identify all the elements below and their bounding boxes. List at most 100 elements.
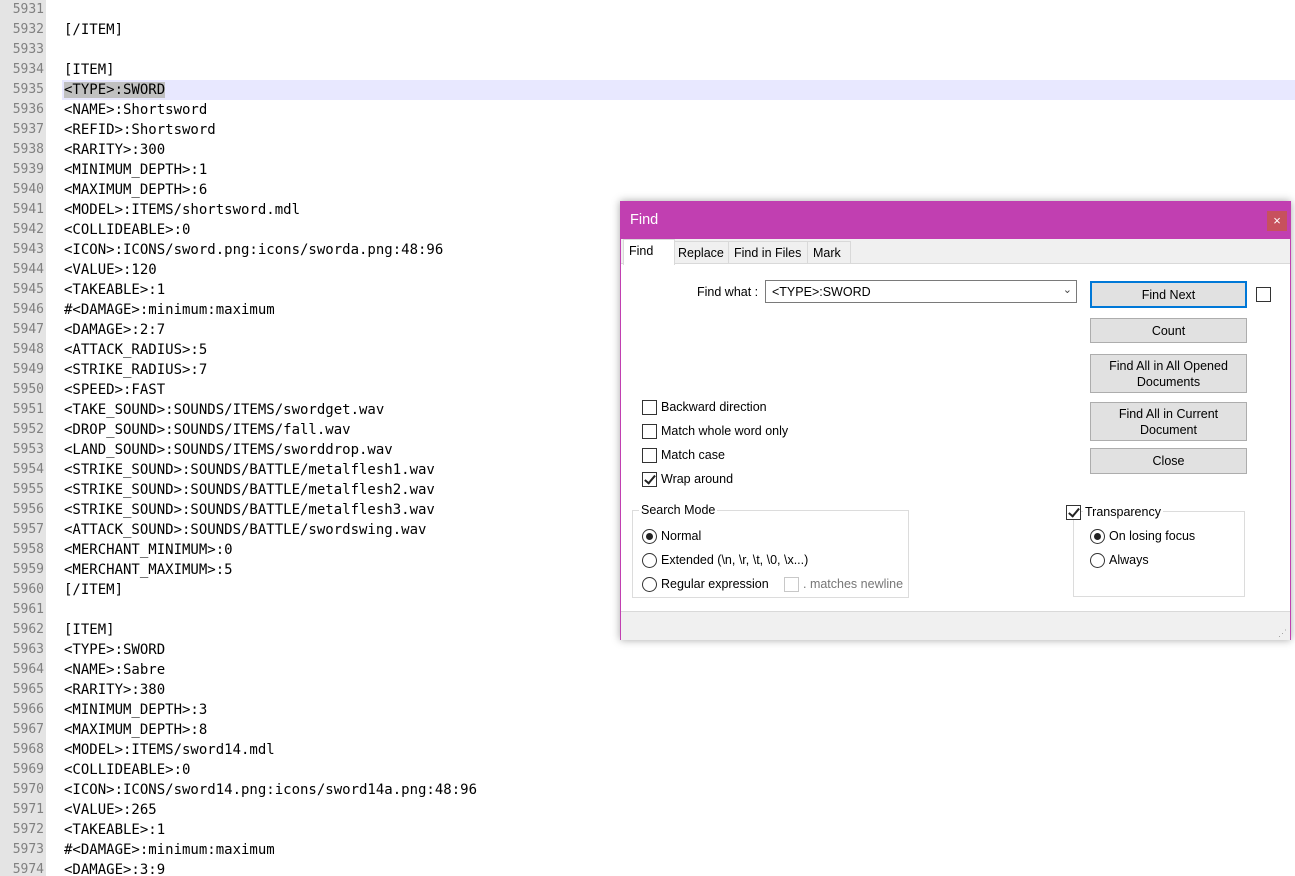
editor-line[interactable]: 5931: [0, 0, 1295, 20]
line-number: 5944: [0, 260, 46, 280]
editor-line[interactable]: 5973 #<DAMAGE>:minimum:maximum: [0, 840, 1295, 860]
line-text[interactable]: <MODEL>:ITEMS/sword14.mdl: [64, 740, 275, 760]
editor-line[interactable]: 5965 <RARITY>:380: [0, 680, 1295, 700]
editor-line[interactable]: 5937 <REFID>:Shortsword: [0, 120, 1295, 140]
line-text[interactable]: [ITEM]: [64, 620, 115, 640]
find-all-current-button[interactable]: Find All in Current Document: [1090, 402, 1247, 441]
line-text[interactable]: [/ITEM]: [64, 580, 123, 600]
tab-replace[interactable]: Replace: [672, 241, 729, 263]
match-whole-word-checkbox[interactable]: [642, 424, 657, 439]
dock-checkbox[interactable]: [1256, 287, 1271, 302]
editor-line[interactable]: 5939 <MINIMUM_DEPTH>:1: [0, 160, 1295, 180]
editor-line[interactable]: 5972 <TAKEABLE>:1: [0, 820, 1295, 840]
fold-margin: [46, 140, 62, 160]
tab-find-in-files[interactable]: Find in Files: [728, 241, 808, 263]
editor-line[interactable]: 5963 <TYPE>:SWORD: [0, 640, 1295, 660]
line-text[interactable]: <MINIMUM_DEPTH>:3: [64, 700, 207, 720]
wrap-around-checkbox[interactable]: [642, 472, 657, 487]
count-button[interactable]: Count: [1090, 318, 1247, 343]
editor-line[interactable]: 5968 <MODEL>:ITEMS/sword14.mdl: [0, 740, 1295, 760]
line-text[interactable]: <TYPE>:SWORD: [64, 80, 166, 100]
matches-newline-checkbox[interactable]: [784, 577, 799, 592]
line-text[interactable]: <DAMAGE>:3:9: [64, 860, 165, 876]
line-text[interactable]: <DROP_SOUND>:SOUNDS/ITEMS/fall.wav: [64, 420, 351, 440]
line-text[interactable]: <NAME>:Sabre: [64, 660, 165, 680]
editor-line[interactable]: 5933: [0, 40, 1295, 60]
editor-line[interactable]: 5934 [ITEM]: [0, 60, 1295, 80]
line-text[interactable]: <MERCHANT_MAXIMUM>:5: [64, 560, 233, 580]
dialog-titlebar[interactable]: Find ×: [621, 202, 1290, 239]
editor-line[interactable]: 5938 <RARITY>:300: [0, 140, 1295, 160]
line-text[interactable]: <SPEED>:FAST: [64, 380, 165, 400]
line-text[interactable]: <STRIKE_SOUND>:SOUNDS/BATTLE/metalflesh1…: [64, 460, 435, 480]
transparency-label: Transparency: [1083, 505, 1163, 519]
line-text[interactable]: <TAKEABLE>:1: [64, 820, 165, 840]
editor-line[interactable]: 5932 [/ITEM]: [0, 20, 1295, 40]
line-text[interactable]: <STRIKE_SOUND>:SOUNDS/BATTLE/metalflesh2…: [64, 480, 435, 500]
line-text[interactable]: <COLLIDEABLE>:0: [64, 760, 190, 780]
find-what-combobox[interactable]: ⌄: [765, 280, 1077, 303]
line-text[interactable]: <COLLIDEABLE>:0: [64, 220, 190, 240]
line-number: 5933: [0, 40, 46, 60]
line-text[interactable]: <MAXIMUM_DEPTH>:8: [64, 720, 207, 740]
fold-margin: [46, 60, 62, 80]
find-all-opened-button[interactable]: Find All in All Opened Documents: [1090, 354, 1247, 393]
line-text[interactable]: <RARITY>:380: [64, 680, 165, 700]
editor-line[interactable]: 5967 <MAXIMUM_DEPTH>:8: [0, 720, 1295, 740]
line-text[interactable]: <ATTACK_RADIUS>:5: [64, 340, 207, 360]
close-icon[interactable]: ×: [1267, 211, 1287, 231]
line-text[interactable]: [/ITEM]: [64, 20, 123, 40]
editor-line[interactable]: 5969 <COLLIDEABLE>:0: [0, 760, 1295, 780]
editor-line[interactable]: 5974 <DAMAGE>:3:9: [0, 860, 1295, 876]
line-text[interactable]: <STRIKE_SOUND>:SOUNDS/BATTLE/metalflesh3…: [64, 500, 435, 520]
close-button[interactable]: Close: [1090, 448, 1247, 474]
tab-mark[interactable]: Mark: [807, 241, 851, 263]
line-text[interactable]: <TYPE>:SWORD: [64, 640, 165, 660]
line-text[interactable]: <VALUE>:120: [64, 260, 157, 280]
editor-line[interactable]: 5936 <NAME>:Shortsword: [0, 100, 1295, 120]
always-radio[interactable]: [1090, 553, 1105, 568]
regex-radio[interactable]: [642, 577, 657, 592]
line-text[interactable]: <VALUE>:265: [64, 800, 157, 820]
fold-margin: [46, 280, 62, 300]
line-text[interactable]: <TAKE_SOUND>:SOUNDS/ITEMS/swordget.wav: [64, 400, 384, 420]
chevron-down-icon[interactable]: ⌄: [1063, 283, 1072, 296]
find-what-input[interactable]: [768, 282, 1056, 301]
line-text[interactable]: <MERCHANT_MINIMUM>:0: [64, 540, 233, 560]
line-text[interactable]: <MAXIMUM_DEPTH>:6: [64, 180, 207, 200]
find-next-button[interactable]: Find Next: [1090, 281, 1247, 308]
editor-line[interactable]: 5966 <MINIMUM_DEPTH>:3: [0, 700, 1295, 720]
line-text[interactable]: <TAKEABLE>:1: [64, 280, 165, 300]
line-text[interactable]: <ICON>:ICONS/sword.png:icons/sworda.png:…: [64, 240, 443, 260]
line-text[interactable]: <MINIMUM_DEPTH>:1: [64, 160, 207, 180]
resize-grip-icon[interactable]: ⋰: [1278, 628, 1288, 638]
normal-radio[interactable]: [642, 529, 657, 544]
line-text[interactable]: <STRIKE_RADIUS>:7: [64, 360, 207, 380]
line-number: 5957: [0, 520, 46, 540]
line-text[interactable]: <MODEL>:ITEMS/shortsword.mdl: [64, 200, 300, 220]
line-number: 5932: [0, 20, 46, 40]
line-text[interactable]: <RARITY>:300: [64, 140, 165, 160]
line-text[interactable]: <LAND_SOUND>:SOUNDS/ITEMS/sworddrop.wav: [64, 440, 393, 460]
line-text[interactable]: <ATTACK_SOUND>:SOUNDS/BATTLE/swordswing.…: [64, 520, 426, 540]
fold-margin: [46, 560, 62, 580]
line-text[interactable]: <ICON>:ICONS/sword14.png:icons/sword14a.…: [64, 780, 477, 800]
line-text[interactable]: [ITEM]: [64, 60, 115, 80]
editor-line[interactable]: 5935 <TYPE>:SWORD: [0, 80, 1295, 100]
editor-line[interactable]: 5964 <NAME>:Sabre: [0, 660, 1295, 680]
backward-direction-checkbox[interactable]: [642, 400, 657, 415]
line-text[interactable]: <NAME>:Shortsword: [64, 100, 207, 120]
on-losing-focus-radio[interactable]: [1090, 529, 1105, 544]
match-case-checkbox[interactable]: [642, 448, 657, 463]
transparency-checkbox[interactable]: [1066, 505, 1081, 520]
line-text[interactable]: <DAMAGE>:2:7: [64, 320, 165, 340]
editor-line[interactable]: 5970 <ICON>:ICONS/sword14.png:icons/sword…: [0, 780, 1295, 800]
tab-find[interactable]: Find: [623, 239, 675, 265]
line-text[interactable]: <REFID>:Shortsword: [64, 120, 216, 140]
editor-line[interactable]: 5940 <MAXIMUM_DEPTH>:6: [0, 180, 1295, 200]
editor-line[interactable]: 5971 <VALUE>:265: [0, 800, 1295, 820]
line-text[interactable]: #<DAMAGE>:minimum:maximum: [64, 300, 275, 320]
selected-text[interactable]: <TYPE>:SWORD: [64, 82, 166, 98]
extended-radio[interactable]: [642, 553, 657, 568]
line-text[interactable]: #<DAMAGE>:minimum:maximum: [64, 840, 275, 860]
